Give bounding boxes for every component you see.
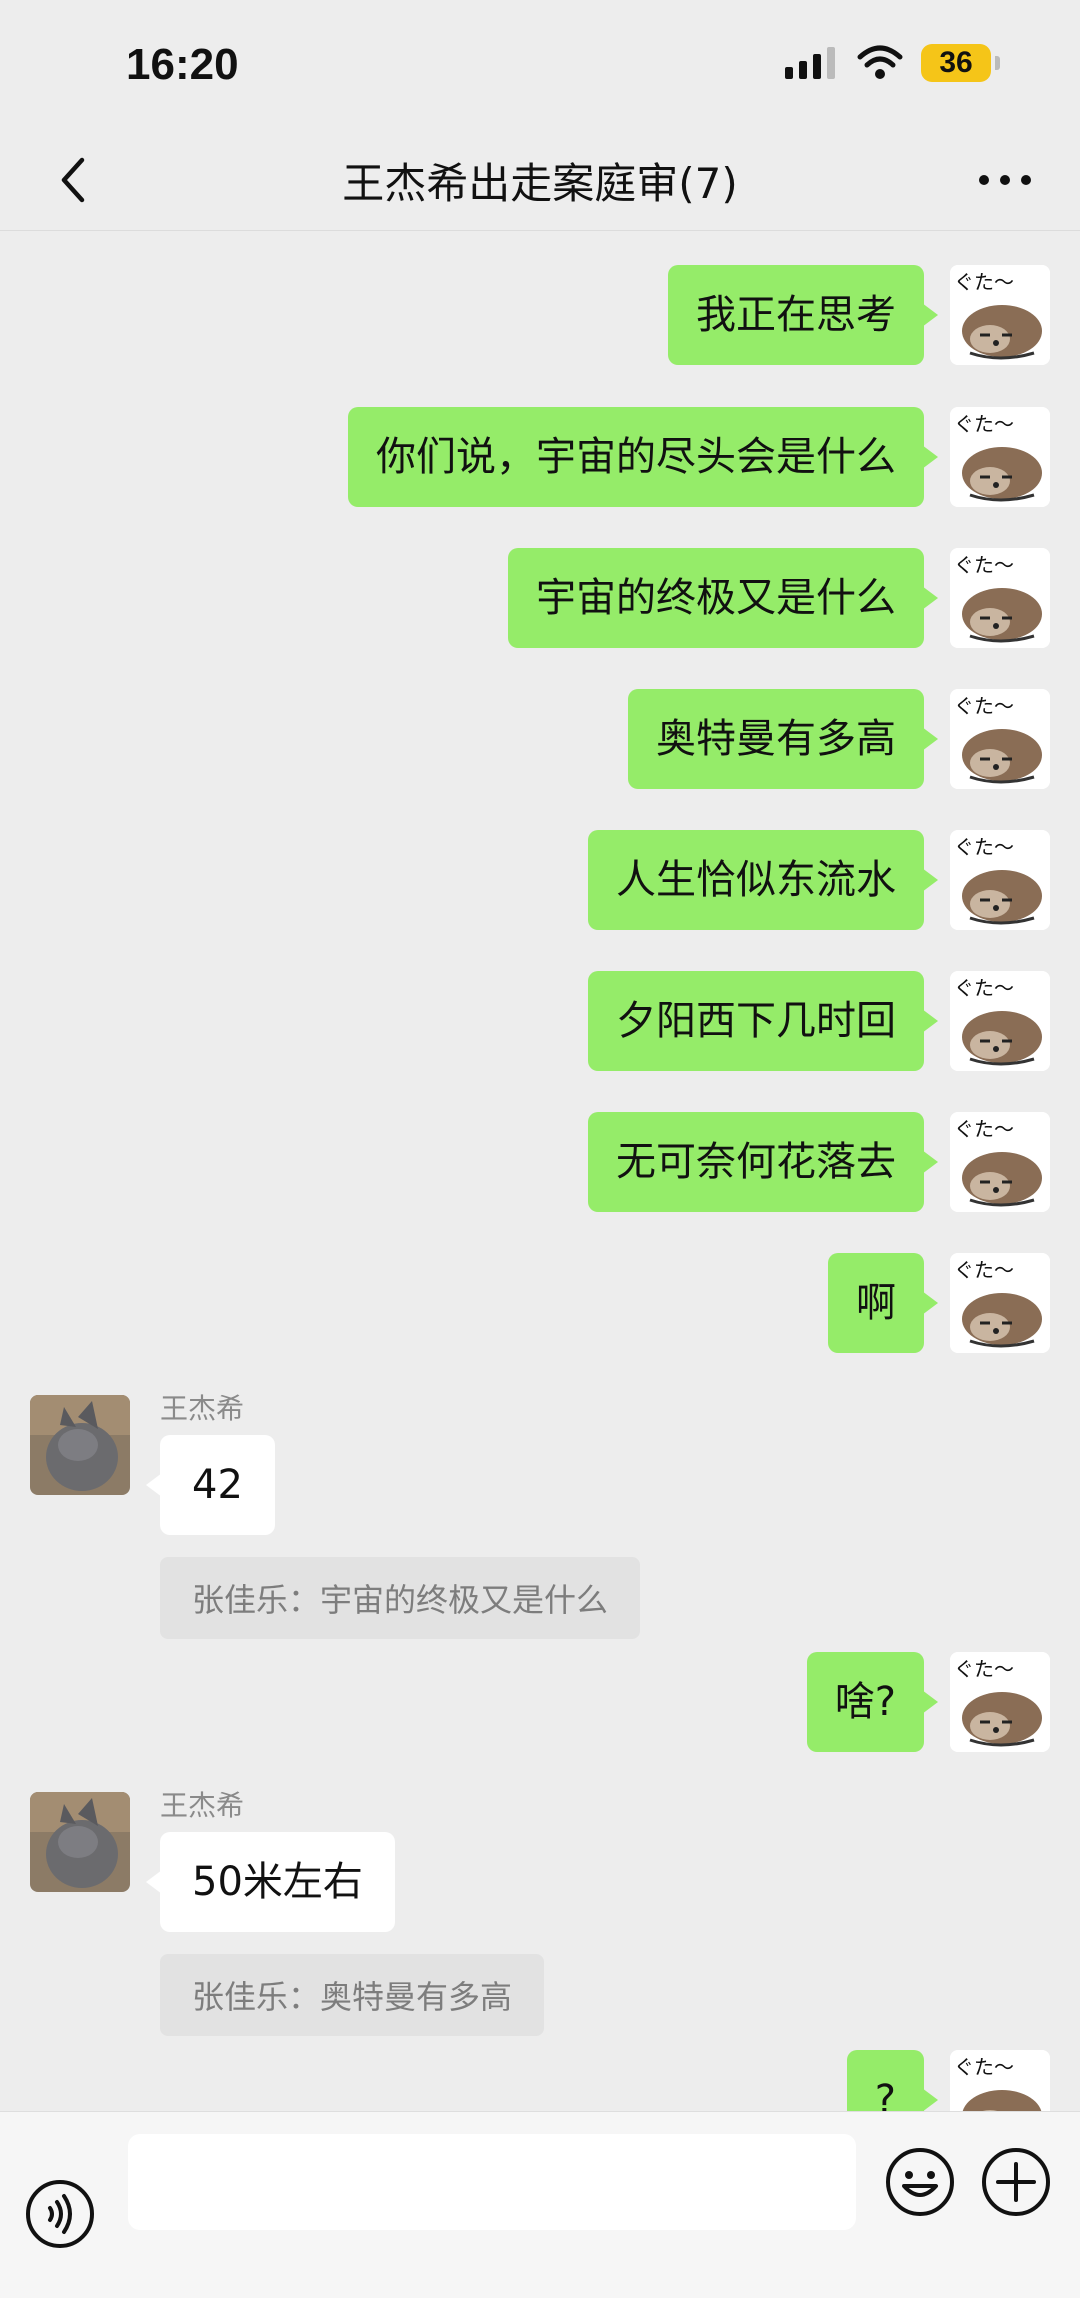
my-avatar[interactable] [950,1112,1050,1212]
my-avatar[interactable] [950,1652,1050,1752]
my-avatar[interactable] [950,407,1050,507]
status-bar: 16:20 36 [0,0,1080,130]
message-row-outgoing: 啥? [806,1652,1050,1752]
plus-icon[interactable] [980,2146,1052,2218]
my-avatar[interactable] [950,2050,1050,2111]
my-avatar[interactable] [950,548,1050,648]
battery-indicator: 36 [921,44,991,82]
sender-avatar[interactable] [30,1792,130,1892]
sender-name: 王杰希 [160,1392,245,1425]
battery-cap [995,56,1000,70]
message-row-outgoing: 我正在思考 [668,265,1050,365]
outgoing-bubble[interactable]: 我正在思考 [668,265,938,365]
outgoing-bubble[interactable]: 人生恰似东流水 [588,830,938,930]
my-avatar[interactable] [950,265,1050,365]
my-avatar[interactable] [950,689,1050,789]
incoming-bubble[interactable]: 50米左右 [146,1832,395,1932]
outgoing-bubble[interactable]: 啥? [806,1652,939,1752]
message-row-outgoing: 无可奈何花落去 [588,1112,1050,1212]
sender-name: 王杰希 [160,1789,245,1822]
message-row-outgoing: 宇宙的终极又是什么 [508,548,1050,648]
chat-area[interactable]: 我正在思考 你们说，宇宙的尽头会是什么 宇宙的终极又是什么 奥特曼有多高 人生恰… [0,231,1080,2111]
message-row-outgoing: 人生恰似东流水 [588,830,1050,930]
quoted-message[interactable]: 张佳乐：奥特曼有多高 [160,1954,545,2036]
more-dots-icon[interactable] [970,154,1040,206]
outgoing-bubble[interactable]: 啊 [828,1253,938,1353]
voice-icon[interactable] [24,2178,96,2250]
quoted-message[interactable]: 张佳乐：宇宙的终极又是什么 [160,1557,641,1639]
emoji-icon[interactable] [884,2146,956,2218]
incoming-body: 王杰希 42 张佳乐：宇宙的终极又是什么 [146,1392,641,1639]
outgoing-bubble[interactable]: 奥特曼有多高 [628,689,938,789]
incoming-bubble[interactable]: 42 [146,1435,275,1535]
signal-icon [785,47,835,79]
status-time: 16:20 [126,40,239,89]
my-avatar[interactable] [950,1253,1050,1353]
outgoing-bubble[interactable]: 无可奈何花落去 [588,1112,938,1212]
message-row-incoming: 王杰希 42 张佳乐：宇宙的终极又是什么 [30,1392,641,1639]
status-icons: 36 [783,44,1000,82]
message-row-outgoing: 你们说，宇宙的尽头会是什么 [348,407,1050,507]
message-input[interactable] [128,2134,856,2230]
message-row-outgoing: 啊 [828,1253,1050,1353]
wifi-icon [857,45,903,79]
message-row-outgoing: 夕阳西下几时回 [588,971,1050,1071]
message-row-incoming: 王杰希 50米左右 张佳乐：奥特曼有多高 [30,1789,545,2036]
sender-avatar[interactable] [30,1395,130,1495]
message-row-outgoing: ? [846,2050,1050,2111]
outgoing-bubble[interactable]: ? [846,2050,939,2111]
outgoing-bubble[interactable]: 你们说，宇宙的尽头会是什么 [348,407,938,507]
outgoing-bubble[interactable]: 宇宙的终极又是什么 [508,548,938,648]
nav-bar: 王杰希出走案庭审(7) [0,130,1080,231]
message-row-outgoing: 奥特曼有多高 [628,689,1050,789]
my-avatar[interactable] [950,971,1050,1071]
my-avatar[interactable] [950,830,1050,930]
input-bar [0,2111,1080,2298]
incoming-body: 王杰希 50米左右 张佳乐：奥特曼有多高 [146,1789,545,2036]
outgoing-bubble[interactable]: 夕阳西下几时回 [588,971,938,1071]
chat-title: 王杰希出走案庭审(7) [342,159,738,208]
